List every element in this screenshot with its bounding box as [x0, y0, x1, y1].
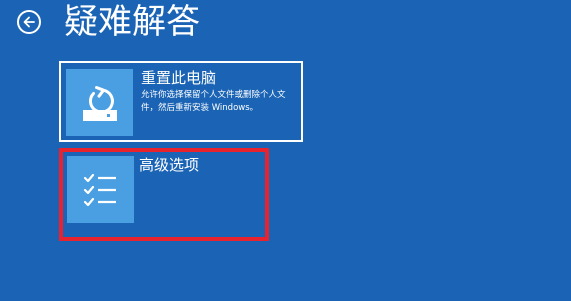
reset-pc-description: 允许你选择保留个人文件或删除个人文件，然后重新安装 Windows。 — [141, 90, 286, 113]
reset-pc-tile[interactable]: 重置此电脑 允许你选择保留个人文件或删除个人文件，然后重新安装 Windows。 — [59, 61, 303, 142]
page-title: 疑难解答 — [64, 2, 200, 42]
reset-pc-title: 重置此电脑 — [141, 69, 217, 87]
reset-pc-icon — [82, 85, 117, 121]
advanced-options-tile[interactable]: 高级选项 — [59, 148, 269, 241]
back-button[interactable] — [17, 10, 41, 34]
reset-pc-icon-box — [66, 69, 133, 136]
checklist-icon — [83, 173, 116, 206]
advanced-options-title: 高级选项 — [139, 156, 200, 174]
advanced-options-icon-box — [67, 156, 134, 223]
back-arrow-icon — [23, 16, 35, 28]
